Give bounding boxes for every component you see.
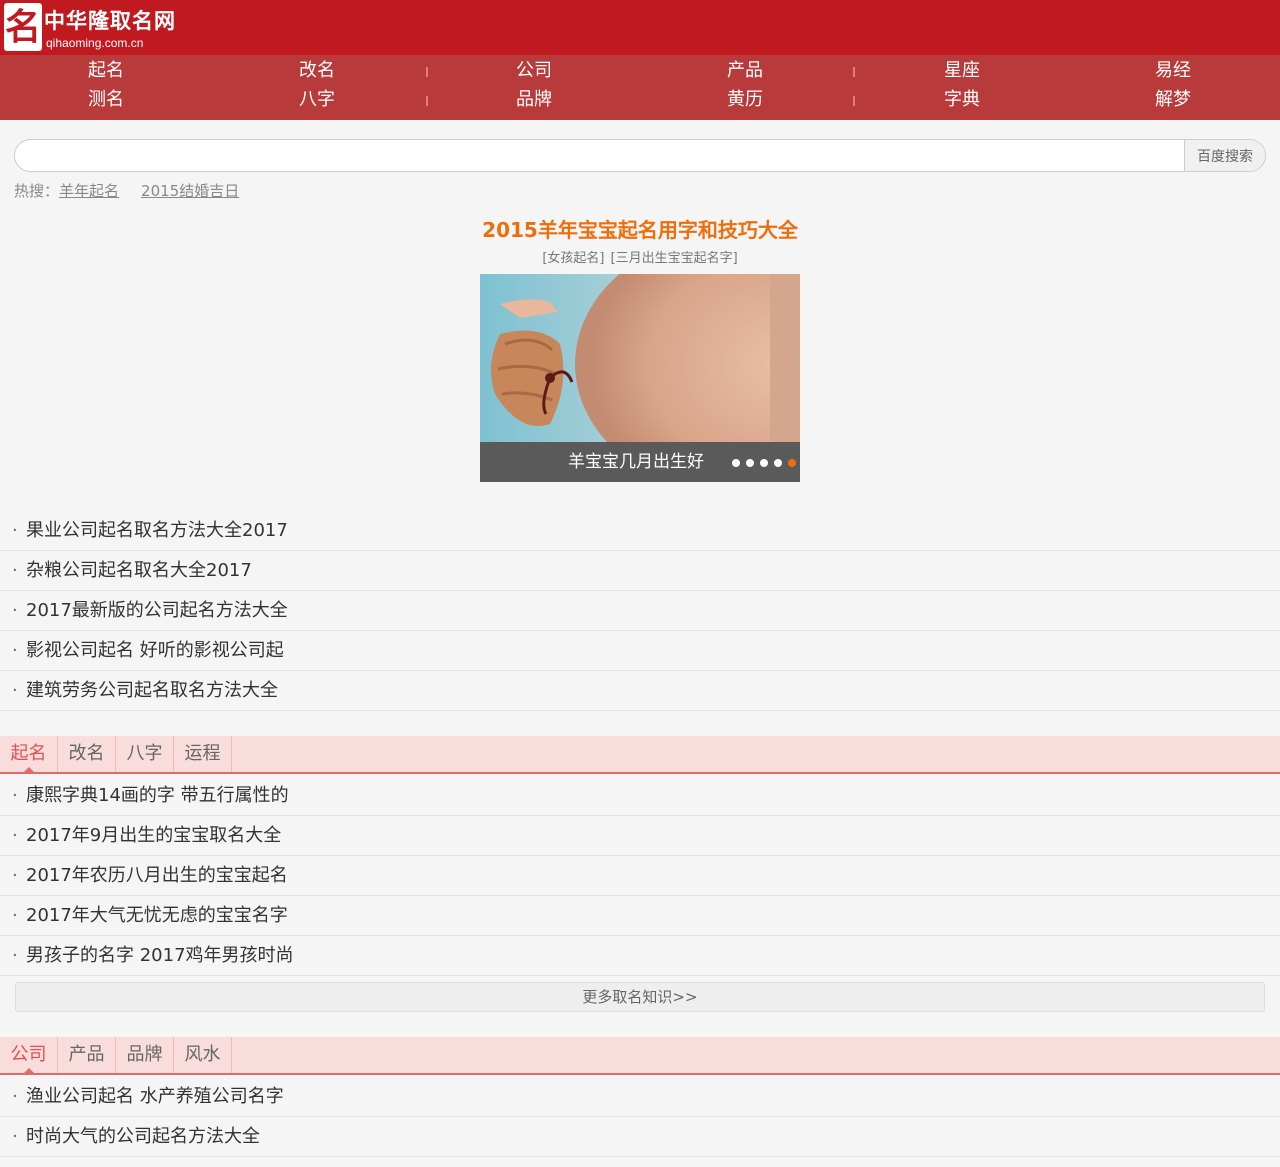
nav-item-zidian[interactable]: 字典 (912, 85, 1012, 114)
list-item[interactable]: 2017最新版的公司起名方法大全 (0, 591, 1280, 631)
business-tabs: 公司 产品 品牌 风水 (0, 1037, 1280, 1075)
slide-dot[interactable] (732, 459, 740, 467)
nav-item-chanpin[interactable]: 产品 (695, 56, 795, 85)
main-nav: 起名 改名 测名 八字 公司 产品 品牌 黄历 星座 易经 字典 解梦 (0, 55, 1280, 120)
list-item[interactable]: 建筑劳务公司起名取名方法大全 (0, 671, 1280, 711)
tab-gaiming[interactable]: 改名 (58, 736, 116, 772)
nav-item-ceming[interactable]: 测名 (56, 85, 156, 114)
nav-item-xingzuo[interactable]: 星座 (912, 56, 1012, 85)
nav-item-bazi[interactable]: 八字 (267, 85, 367, 114)
tab-chanpin[interactable]: 产品 (58, 1037, 116, 1073)
tab-fengshui[interactable]: 风水 (174, 1037, 232, 1073)
naming-tabs: 起名 改名 八字 运程 (0, 736, 1280, 774)
slide-dot-active[interactable] (788, 459, 796, 467)
site-header: 名 中华隆取名网 qihaoming.com.cn (0, 0, 1280, 55)
hot-label: 热搜： (14, 182, 60, 200)
list-item[interactable]: 渔业公司起名 水产养殖公司名字 (0, 1077, 1280, 1117)
active-tab-indicator (24, 767, 34, 772)
naming-article-list: 康熙字典14画的字 带五行属性的 2017年9月出生的宝宝取名大全 2017年农… (0, 776, 1280, 976)
hot-link-yang-year[interactable]: 羊年起名 (59, 182, 119, 200)
logo-domain: qihaoming.com.cn (46, 36, 144, 50)
nav-item-yijing[interactable]: 易经 (1123, 56, 1223, 85)
list-item[interactable]: 果业公司起名取名方法大全2017 (0, 511, 1280, 551)
slide-caption[interactable]: 羊宝宝几月出生好 (568, 442, 704, 482)
list-item[interactable]: 康熙字典14画的字 带五行属性的 (0, 776, 1280, 816)
search-bar: 百度搜索 (14, 139, 1266, 172)
nav-item-gongsi[interactable]: 公司 (484, 56, 584, 85)
hot-link-wedding-days[interactable]: 2015结婚吉日 (141, 182, 239, 200)
list-item[interactable]: 杂粮公司起名取名大全2017 (0, 551, 1280, 591)
business-article-list: 渔业公司起名 水产养殖公司名字 时尚大气的公司起名方法大全 (0, 1077, 1280, 1157)
baidu-search-button[interactable]: 百度搜索 (1184, 140, 1265, 171)
logo-mark: 名 (4, 3, 42, 51)
company-article-list: 果业公司起名取名方法大全2017 杂粮公司起名取名大全2017 2017最新版的… (0, 511, 1280, 711)
slide-caption-bar: 羊宝宝几月出生好 (480, 442, 800, 482)
slide-dot[interactable] (746, 459, 754, 467)
list-item[interactable]: 2017年9月出生的宝宝取名大全 (0, 816, 1280, 856)
slide-dot[interactable] (774, 459, 782, 467)
feature-headline[interactable]: 2015羊年宝宝起名用字和技巧大全 (0, 214, 1280, 243)
tab-yuncheng[interactable]: 运程 (174, 736, 232, 772)
nav-item-huangli[interactable]: 黄历 (695, 85, 795, 114)
list-item[interactable]: 时尚大气的公司起名方法大全 (0, 1117, 1280, 1157)
nav-item-jiemeng[interactable]: 解梦 (1123, 85, 1223, 114)
nav-item-pinpai[interactable]: 品牌 (484, 85, 584, 114)
more-naming-button[interactable]: 更多取名知识>> (15, 982, 1265, 1012)
feature-tags: [女孩起名] [三月出生宝宝起名字] (0, 247, 1280, 266)
nav-group-business: 公司 产品 品牌 黄历 (427, 55, 854, 120)
site-logo[interactable]: 名 中华隆取名网 qihaoming.com.cn (4, 3, 176, 53)
logo-title: 中华隆取名网 (44, 8, 176, 33)
active-tab-indicator (24, 1068, 34, 1073)
slide-image (480, 274, 800, 442)
feature-slideshow[interactable]: 羊宝宝几月出生好 (480, 274, 800, 482)
list-item[interactable]: 男孩子的名字 2017鸡年男孩时尚 (0, 936, 1280, 976)
nav-group-naming: 起名 改名 测名 八字 (0, 55, 427, 120)
list-item[interactable]: 2017年大气无忧无虑的宝宝名字 (0, 896, 1280, 936)
nav-item-gaiming[interactable]: 改名 (267, 56, 367, 85)
nav-item-qiming[interactable]: 起名 (56, 56, 156, 85)
slide-dot[interactable] (760, 459, 768, 467)
tag-march-baby-naming[interactable]: [三月出生宝宝起名字] (611, 251, 738, 266)
tab-bazi[interactable]: 八字 (116, 736, 174, 772)
tag-girl-naming[interactable]: [女孩起名] (542, 251, 604, 266)
list-item[interactable]: 影视公司起名 好听的影视公司起 (0, 631, 1280, 671)
search-input[interactable] (15, 140, 1184, 171)
list-item[interactable]: 2017年农历八月出生的宝宝起名 (0, 856, 1280, 896)
tab-pinpai[interactable]: 品牌 (116, 1037, 174, 1073)
nav-group-culture: 星座 易经 字典 解梦 (854, 55, 1280, 120)
hot-searches: 热搜：羊年起名 2015结婚吉日 (14, 180, 239, 201)
